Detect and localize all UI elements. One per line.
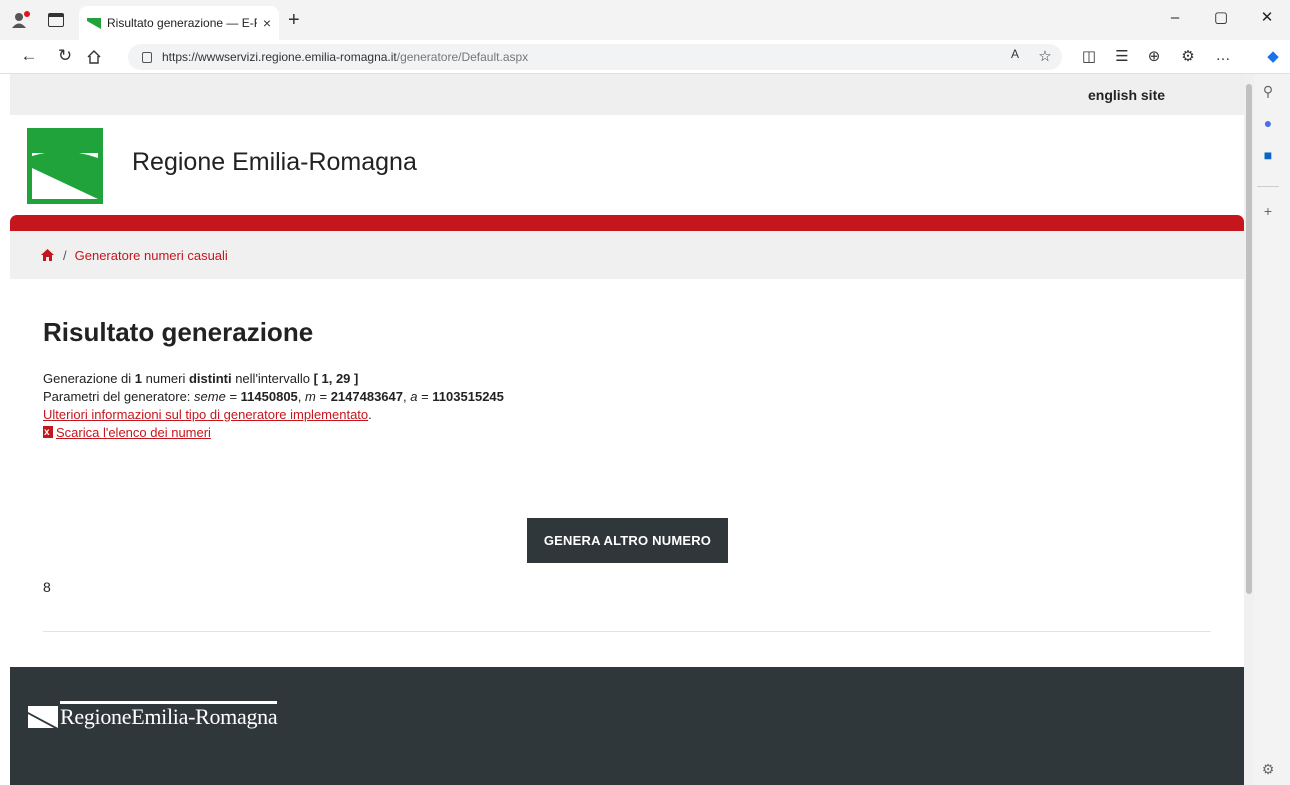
- read-aloud-icon[interactable]: A: [1004, 47, 1026, 61]
- breadcrumb-separator: /: [63, 247, 67, 263]
- generation-prefix: Generazione di: [43, 371, 135, 386]
- tab-close-icon[interactable]: ×: [263, 15, 271, 31]
- generation-mid: numeri: [142, 371, 189, 386]
- m-label: m: [305, 389, 316, 404]
- red-divider-bar: [10, 215, 1244, 231]
- collections-icon[interactable]: ⊕: [1143, 47, 1165, 65]
- home-browser-icon[interactable]: [86, 49, 102, 65]
- active-tab[interactable]: Risultato generazione — E-R Il p ×: [79, 6, 279, 40]
- refresh-icon[interactable]: ↻: [54, 46, 76, 66]
- regione-logo-icon[interactable]: [27, 128, 103, 204]
- excel-file-icon[interactable]: [43, 424, 53, 442]
- tab-title: Risultato generazione — E-R Il p: [107, 16, 257, 30]
- footer-logo-text: RegioneEmilia-Romagna: [60, 701, 278, 728]
- copilot-sidebar-icon[interactable]: ●: [1257, 112, 1279, 134]
- params-sep: ,: [297, 389, 306, 404]
- url-path: /generatore/Default.aspx: [396, 50, 529, 64]
- page-title: Risultato generazione: [43, 317, 314, 347]
- profile-icon[interactable]: [10, 10, 32, 30]
- home-icon[interactable]: [40, 248, 55, 262]
- generate-another-button[interactable]: GENERA ALTRO NUMERO: [527, 518, 728, 563]
- a-value: 1103515245: [432, 389, 504, 404]
- seed-label: seme: [194, 389, 226, 404]
- back-arrow-icon[interactable]: ←: [18, 46, 40, 66]
- m-eq: =: [315, 389, 331, 404]
- outlook-icon[interactable]: ■: [1257, 144, 1279, 166]
- page-scrollbar[interactable]: [1244, 74, 1254, 785]
- new-tab-button[interactable]: +: [288, 9, 300, 32]
- content-divider: [43, 631, 1211, 632]
- result-number: 8: [43, 579, 51, 595]
- generation-distinct: distinti: [188, 371, 232, 386]
- sidebar-settings-icon[interactable]: ⚙: [1257, 758, 1279, 780]
- m-value: 2147483647: [330, 389, 403, 404]
- seed-eq: =: [225, 389, 241, 404]
- copilot-icon[interactable]: ◆: [1262, 47, 1284, 65]
- favorites-icon[interactable]: ☰: [1111, 47, 1133, 65]
- top-strip: english site: [10, 74, 1244, 115]
- site-footer: RegioneEmilia-Romagna: [10, 667, 1244, 785]
- maximize-button[interactable]: ▢: [1198, 0, 1244, 34]
- lock-icon[interactable]: [142, 51, 152, 63]
- seed-value: 11450805: [240, 389, 298, 404]
- breadcrumb-current[interactable]: Generatore numeri casuali: [75, 248, 228, 263]
- generation-count: 1: [134, 371, 143, 386]
- tab-favicon-icon: [87, 17, 101, 29]
- address-bar[interactable]: https://wwwservizi.regione.emilia-romagn…: [128, 44, 1062, 70]
- close-window-button[interactable]: ✕: [1244, 0, 1290, 34]
- sidebar-divider: [1257, 186, 1279, 187]
- window-controls: – ▢ ✕: [1152, 0, 1290, 34]
- footer-logo-mark-icon: [28, 706, 58, 728]
- download-list-link[interactable]: Scarica l'elenco dei numeri: [56, 425, 211, 440]
- url-host: https://wwwservizi.regione.emilia-romagn…: [162, 50, 397, 64]
- a-eq: =: [417, 389, 433, 404]
- site-header: Regione Emilia-Romagna: [10, 115, 1244, 215]
- favorite-star-icon[interactable]: ☆: [1034, 47, 1056, 65]
- download-line: Scarica l'elenco dei numeri: [43, 424, 1244, 442]
- page-viewport: english site Regione Emilia-Romagna / Ge…: [10, 74, 1244, 785]
- brand-name[interactable]: Regione Emilia-Romagna: [132, 148, 417, 177]
- generator-info-link[interactable]: Ulteriori informazioni sul tipo di gener…: [43, 407, 368, 422]
- scrollbar-thumb[interactable]: [1246, 84, 1252, 594]
- extensions-icon[interactable]: ⚙: [1177, 47, 1199, 65]
- search-icon[interactable]: ⚲: [1257, 80, 1279, 102]
- generator-params: Parametri del generatore: seme = 1145080…: [43, 388, 1244, 406]
- params-prefix: Parametri del generatore:: [43, 389, 195, 404]
- generation-summary: Generazione di 1 numeri distinti nell'in…: [43, 370, 1244, 388]
- minimize-button[interactable]: –: [1152, 0, 1198, 34]
- footer-logo[interactable]: RegioneEmilia-Romagna: [28, 701, 278, 728]
- generation-mid2: nell'intervallo: [231, 371, 314, 386]
- english-site-link[interactable]: english site: [1088, 87, 1165, 103]
- info-line: Ulteriori informazioni sul tipo di gener…: [43, 406, 1244, 424]
- info-link-suffix: .: [368, 407, 372, 422]
- main-content: Risultato generazione Generazione di 1 n…: [10, 279, 1244, 664]
- more-menu-icon[interactable]: …: [1212, 47, 1234, 64]
- generation-interval: [ 1, 29 ]: [313, 371, 359, 386]
- browser-tab-strip: Risultato generazione — E-R Il p × + – ▢…: [0, 0, 1290, 40]
- browser-navbar: ← ↻ https://wwwservizi.regione.emilia-ro…: [0, 40, 1290, 74]
- breadcrumb: / Generatore numeri casuali: [10, 231, 1244, 279]
- split-screen-icon[interactable]: ◫: [1078, 47, 1100, 65]
- add-sidebar-app-icon[interactable]: +: [1257, 200, 1279, 222]
- tab-actions-icon[interactable]: [48, 13, 64, 27]
